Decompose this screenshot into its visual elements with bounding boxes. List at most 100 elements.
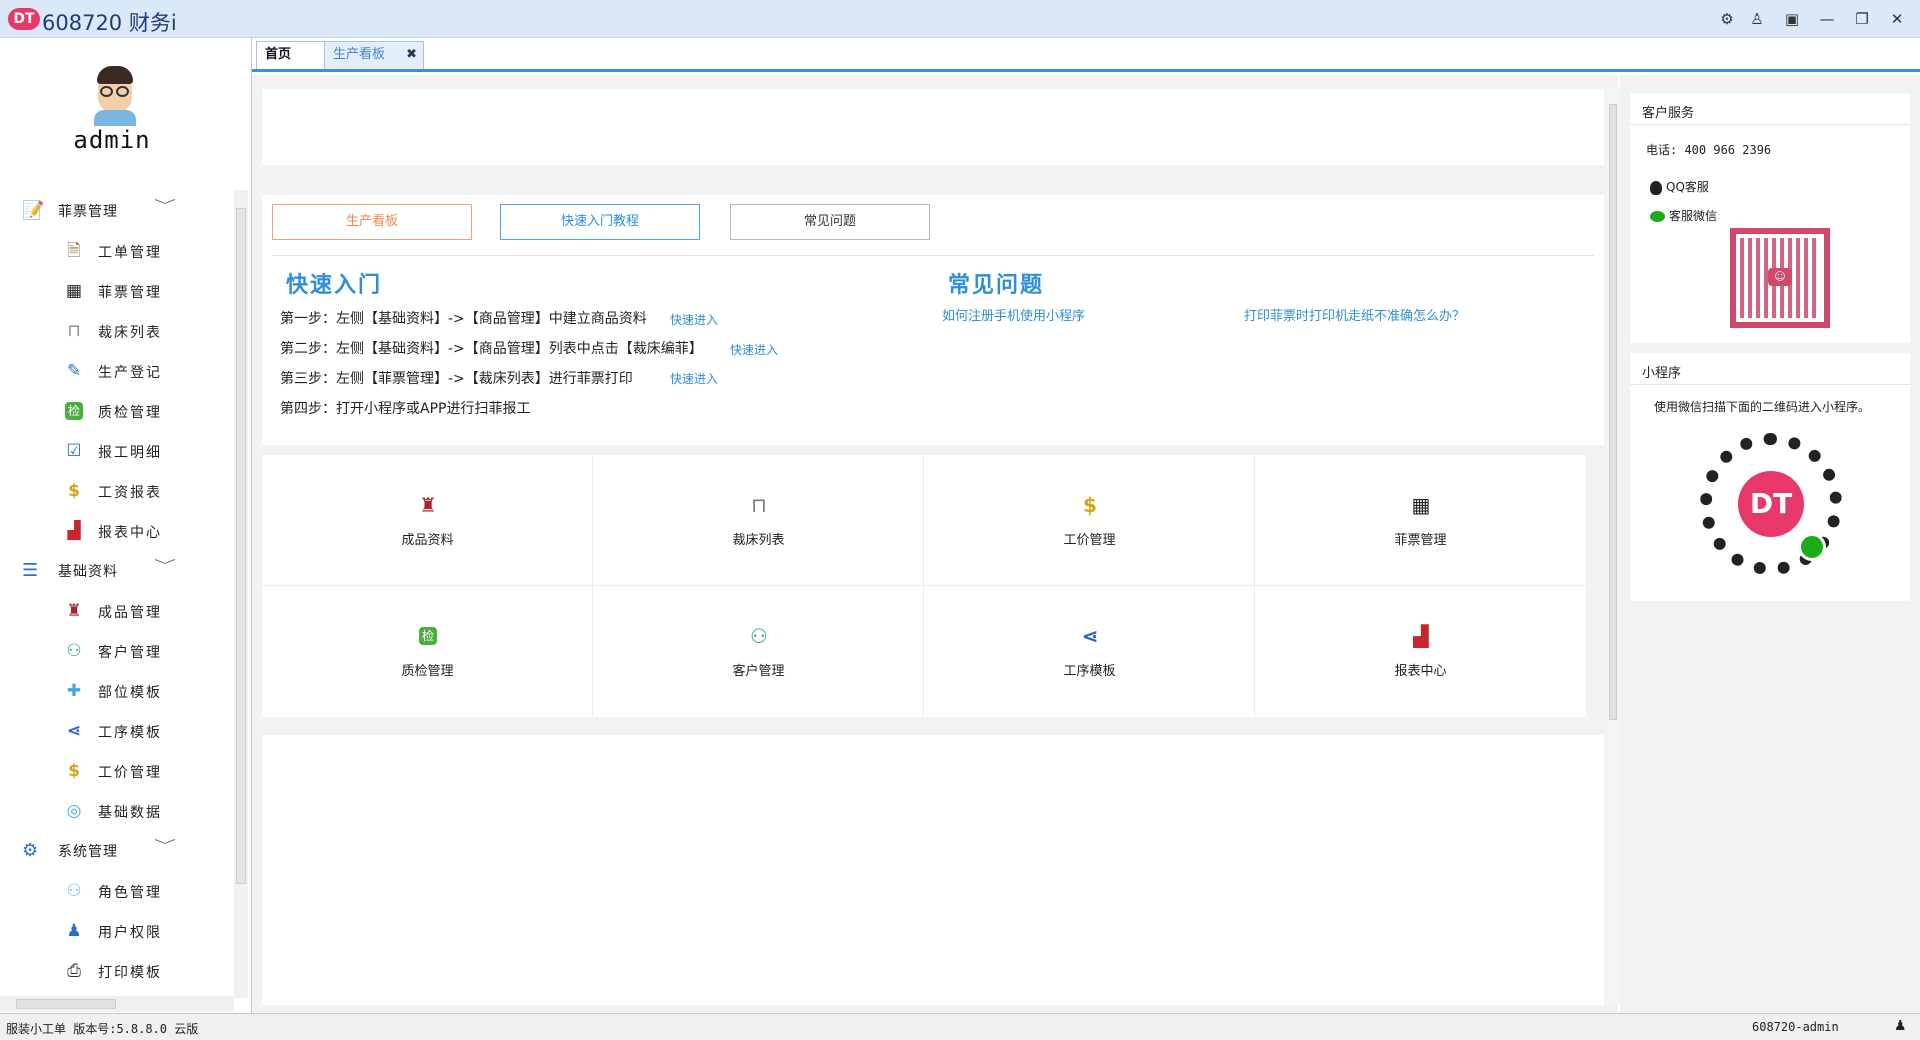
bottom-panel	[262, 735, 1604, 1005]
qq-service-link[interactable]: QQ客服	[1650, 178, 1709, 195]
shortcut-product[interactable]: ♜ 成品资料	[262, 455, 593, 586]
sidebar-item-work-detail[interactable]: ☑ 报工明细	[62, 432, 212, 468]
shortcut-price[interactable]: $ 工价管理	[924, 455, 1255, 586]
right-panel: 客户服务 电话: 400 966 2396 QQ客服 客服微信 ☺ 小程序 使用…	[1620, 75, 1920, 1013]
shortcut-grid: ♜ 成品资料 ⊓ 裁床列表 $ 工价管理 ▦ 菲票管理 检质检管理 ⚇ 客户管理 ⋖ 工序模…	[262, 455, 1586, 717]
faq-button[interactable]: 常见问题	[730, 204, 930, 240]
sidebar-item-customers[interactable]: ⚇ 客户管理	[62, 632, 212, 668]
sidebar-item-fei-piao[interactable]: ▦ 菲票管理	[62, 272, 212, 308]
shortcut-process-template[interactable]: ⋖ 工序模板	[924, 586, 1255, 717]
sidebar-item-part-template[interactable]: ✚ 部位模板	[62, 672, 212, 708]
shortcut-customers[interactable]: ⚇ 客户管理	[593, 586, 924, 717]
main-scrollbar[interactable]	[1606, 86, 1620, 1004]
sidebar-item-salary-report[interactable]: $ 工资报表	[62, 472, 212, 508]
wechat-icon: ☺	[1768, 268, 1792, 286]
chart-icon: ▟	[67, 521, 81, 541]
switch-icon[interactable]: ▣	[1779, 6, 1805, 32]
money-bag-icon: $	[68, 761, 80, 781]
garment-icon: ♜	[66, 601, 82, 621]
scrollbar-thumb[interactable]	[16, 999, 116, 1009]
production-board-button[interactable]: 生产看板	[272, 204, 472, 240]
qrcode-icon: ▦	[65, 281, 83, 301]
sidebar-item-report-center[interactable]: ▟ 报表中心	[62, 512, 212, 548]
shortcut-report-center[interactable]: ▟ 报表中心	[1255, 586, 1586, 717]
sidebar-item-roles[interactable]: ⚇ 角色管理	[62, 872, 212, 908]
customers-icon: ⚇	[750, 624, 768, 648]
sidebar-item-production-register[interactable]: ✎ 生产登记	[62, 352, 212, 388]
quickstart-step-2: 第二步：左侧【基础资料】->【商品管理】列表中点击【裁床编菲】	[280, 341, 703, 357]
service-qrcode: ☺	[1730, 228, 1830, 328]
cutting-table-icon: ⊓	[751, 493, 767, 517]
checklist-icon: ☑	[66, 441, 82, 461]
tab-home[interactable]: 首页	[256, 41, 326, 69]
sidebar-nav: 📝 菲票管理 ﹀ 🗎 工单管理 ▦ 菲票管理 ⊓ 裁床列表 ✎ 生产登记 检质检管理 ☑…	[0, 192, 234, 1012]
share-icon: ⋖	[1081, 624, 1099, 648]
sidebar-item-process-template[interactable]: ⋖ 工序模板	[62, 712, 212, 748]
scrollbar-thumb[interactable]	[236, 208, 246, 884]
chart-icon: ▟	[1413, 624, 1429, 648]
user-icon: ♟	[66, 921, 82, 941]
wechat-icon	[1650, 211, 1665, 222]
user-icon[interactable]: ♙	[1744, 6, 1770, 32]
sidebar-item-print-template[interactable]: ⎙ 打印模板	[62, 952, 212, 988]
banner-panel	[262, 89, 1604, 165]
service-phone: 电话: 400 966 2396	[1646, 143, 1772, 157]
miniprogram-title: 小程序	[1642, 366, 1682, 381]
chevron-down-icon[interactable]: ﹀	[154, 556, 176, 576]
guide-panel: 生产看板 快速入门教程 常见问题 快速入门 第一步：左侧【基础资料】->【商品管…	[262, 195, 1604, 445]
divider	[272, 255, 1594, 256]
chevron-down-icon[interactable]: ﹀	[154, 836, 176, 856]
restore-icon[interactable]: ❐	[1849, 6, 1875, 32]
shortcut-fei-piao[interactable]: ▦ 菲票管理	[1255, 455, 1586, 586]
nav-group-basic-data[interactable]: ☰ 基础资料 ﹀	[22, 552, 182, 588]
customer-service-box: 客户服务 电话: 400 966 2396 QQ客服 客服微信 ☺	[1630, 93, 1910, 343]
nav-group-fei-piao[interactable]: 📝 菲票管理 ﹀	[22, 192, 182, 228]
inspection-icon: 检	[419, 627, 437, 645]
status-version: 服装小工单 版本号:5.8.8.0 云版	[6, 1022, 199, 1036]
sidebar-item-price[interactable]: $ 工价管理	[62, 752, 212, 788]
main-content: 生产看板 快速入门教程 常见问题 快速入门 第一步：左侧【基础资料】->【商品管…	[252, 75, 1618, 1013]
scrollbar-thumb[interactable]	[1609, 104, 1617, 720]
divider	[1630, 124, 1910, 125]
faq-link-2[interactable]: 打印菲票时打印机走纸不准确怎么办？	[1244, 305, 1465, 324]
app-title: 608720 财务i	[42, 11, 177, 35]
customers-icon: ⚇	[66, 641, 82, 661]
sidebar-item-base-data[interactable]: ◎ 基础数据	[62, 792, 212, 828]
quick-enter-link-3[interactable]: 快速进入	[670, 370, 718, 387]
sidebar-item-inspection[interactable]: 检质检管理	[62, 392, 212, 428]
money-bag-icon: $	[1083, 493, 1097, 517]
minimize-icon[interactable]: —	[1814, 6, 1840, 32]
faq-link-1[interactable]: 如何注册手机使用小程序	[942, 305, 1085, 324]
gear-icon[interactable]: ⚙	[1714, 6, 1740, 32]
sidebar-item-product[interactable]: ♜ 成品管理	[62, 592, 212, 628]
miniprogram-box: 小程序 使用微信扫描下面的二维码进入小程序。 DT	[1630, 353, 1910, 601]
cutting-table-icon: ⊓	[67, 321, 81, 341]
sidebar-item-user-permissions[interactable]: ♟ 用户权限	[62, 912, 212, 948]
sidebar-hscrollbar[interactable]	[0, 996, 234, 1012]
title-bar: DT 608720 财务i ⚙ ♙ ▣ — ❐ ✕	[0, 0, 1920, 38]
status-user: 608720-admin	[1752, 1020, 1839, 1034]
customer-service-title: 客户服务	[1642, 106, 1695, 121]
sidebar-item-cutting-list[interactable]: ⊓ 裁床列表	[62, 312, 212, 348]
gears-icon: ⚙	[22, 840, 39, 861]
divider	[1630, 384, 1910, 385]
quickstart-step-4: 第四步：打开小程序或APP进行扫菲报工	[280, 401, 531, 417]
tab-production-board[interactable]: 生产看板 ✖	[324, 41, 424, 69]
roles-icon: ⚇	[66, 881, 82, 901]
sidebar-scrollbar[interactable]	[234, 190, 248, 998]
chevron-down-icon[interactable]: ﹀	[154, 196, 176, 216]
quickstart-tutorial-button[interactable]: 快速入门教程	[500, 204, 700, 240]
register-icon: ✎	[66, 361, 82, 381]
nav-group-system[interactable]: ⚙ 系统管理 ﹀	[22, 832, 182, 868]
user-status-icon: ♟	[1894, 1018, 1907, 1034]
quickstart-title: 快速入门	[286, 273, 383, 298]
wechat-service-link[interactable]: 客服微信	[1650, 207, 1717, 224]
close-icon[interactable]: ✕	[1884, 6, 1910, 32]
close-icon[interactable]: ✖	[406, 42, 417, 68]
shortcut-inspection[interactable]: 检质检管理	[262, 586, 593, 717]
quick-enter-link-2[interactable]: 快速进入	[730, 341, 778, 358]
shortcut-cutting-list[interactable]: ⊓ 裁床列表	[593, 455, 924, 586]
avatar	[92, 66, 138, 126]
quick-enter-link-1[interactable]: 快速进入	[670, 311, 718, 328]
sidebar-item-work-order[interactable]: 🗎 工单管理	[62, 232, 212, 268]
